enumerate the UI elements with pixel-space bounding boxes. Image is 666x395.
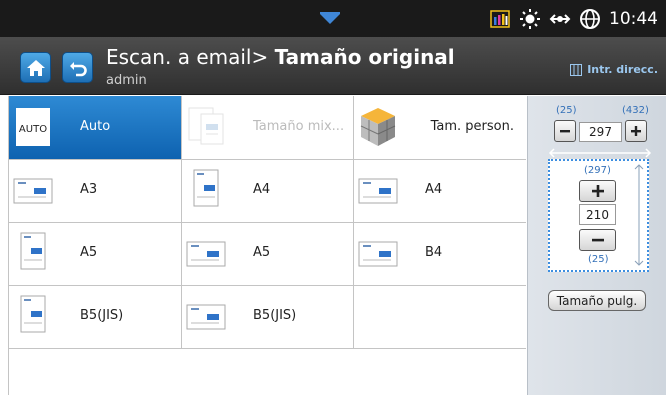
height-decrease-button[interactable]: [579, 229, 616, 251]
height-min-label: (25): [588, 254, 609, 265]
keypad-icon: [570, 63, 583, 76]
size-label: A5: [80, 245, 98, 260]
size-option-b4[interactable]: B4: [353, 222, 526, 285]
inch-size-button[interactable]: Tamaño pulg.: [548, 290, 646, 311]
width-max-label: (432): [622, 105, 649, 116]
back-arrow-icon: [69, 61, 87, 76]
original-size-grid: AUTO Auto Tamaño mix... Tam. person. A3 …: [8, 96, 526, 395]
header-bar: Escan. a email> Tamaño original admin In…: [0, 37, 666, 95]
size-option-a5-portrait[interactable]: A5: [8, 222, 181, 285]
size-option-auto[interactable]: AUTO Auto: [8, 96, 181, 159]
portrait-page-icon: [193, 169, 219, 207]
portrait-page-icon: [20, 232, 46, 270]
size-option-custom[interactable]: Tam. person.: [353, 96, 526, 159]
home-button[interactable]: [20, 52, 51, 83]
size-label: B4: [425, 245, 443, 260]
height-arrow: [634, 164, 644, 266]
back-button[interactable]: [62, 52, 93, 83]
width-decrease-button[interactable]: [554, 120, 576, 142]
size-option-mixed[interactable]: Tamaño mix...: [181, 96, 353, 159]
width-value-field[interactable]: 297: [579, 122, 622, 142]
globe-icon[interactable]: [579, 8, 601, 30]
direct-entry-button[interactable]: Intr. direcc.: [570, 63, 658, 76]
user-name: admin: [106, 73, 147, 88]
title-current: Tamaño original: [274, 45, 455, 69]
size-option-a3[interactable]: A3: [8, 159, 181, 222]
size-label: Auto: [80, 119, 111, 134]
size-option-b5-portrait[interactable]: B5(JIS): [8, 285, 181, 348]
size-option-a5-landscape[interactable]: A5: [181, 222, 353, 285]
svg-text:AUTO: AUTO: [19, 124, 47, 135]
size-label: Tamaño mix...: [253, 119, 345, 134]
size-option-a4-landscape[interactable]: A4: [353, 159, 526, 222]
page-title: Escan. a email> Tamaño original: [106, 45, 455, 69]
home-icon: [26, 59, 45, 76]
status-bar: 10:44: [0, 0, 666, 37]
size-label: B5(JIS): [80, 308, 124, 323]
height-value-field[interactable]: 210: [579, 204, 616, 225]
pulldown-tab-icon[interactable]: [318, 12, 342, 26]
height-increase-button[interactable]: [579, 180, 616, 202]
paper-preview: (297) 210 (25): [548, 159, 649, 272]
title-path: Escan. a email>: [106, 45, 275, 69]
size-option-b5-landscape[interactable]: B5(JIS): [181, 285, 353, 348]
direct-entry-label: Intr. direcc.: [587, 63, 658, 76]
portrait-page-icon: [20, 295, 46, 333]
landscape-page-icon: [186, 241, 226, 267]
size-label: A4: [425, 182, 443, 197]
size-label: B5(JIS): [253, 308, 297, 323]
size-label: A5: [253, 245, 271, 260]
width-arrow: [548, 148, 652, 158]
landscape-page-icon: [358, 178, 398, 204]
size-label: A4: [253, 182, 271, 197]
size-option-a4-portrait[interactable]: A4: [181, 159, 353, 222]
mixed-size-icon: [188, 107, 224, 145]
landscape-page-icon: [13, 178, 53, 204]
custom-size-panel: (25) (432) 297 (297) 210 (25) Tamaño pul…: [527, 96, 666, 395]
landscape-page-icon: [186, 304, 226, 330]
minus-icon: [591, 238, 604, 242]
size-label: A3: [80, 182, 98, 197]
custom-size-cube-icon: [360, 108, 396, 146]
width-increase-button[interactable]: [625, 120, 647, 142]
auto-size-icon: AUTO: [16, 108, 50, 146]
plus-icon: [591, 185, 604, 197]
landscape-page-icon: [358, 241, 398, 267]
eco-brightness-icon[interactable]: [519, 8, 541, 30]
width-min-label: (25): [556, 105, 577, 116]
height-max-label: (297): [584, 165, 611, 176]
size-label: Tam. person.: [430, 119, 514, 134]
toner-level-icon[interactable]: [489, 8, 511, 30]
clock: 10:44: [609, 8, 658, 29]
minus-icon: [560, 130, 570, 133]
network-icon[interactable]: [549, 8, 571, 30]
plus-icon: [631, 126, 641, 136]
